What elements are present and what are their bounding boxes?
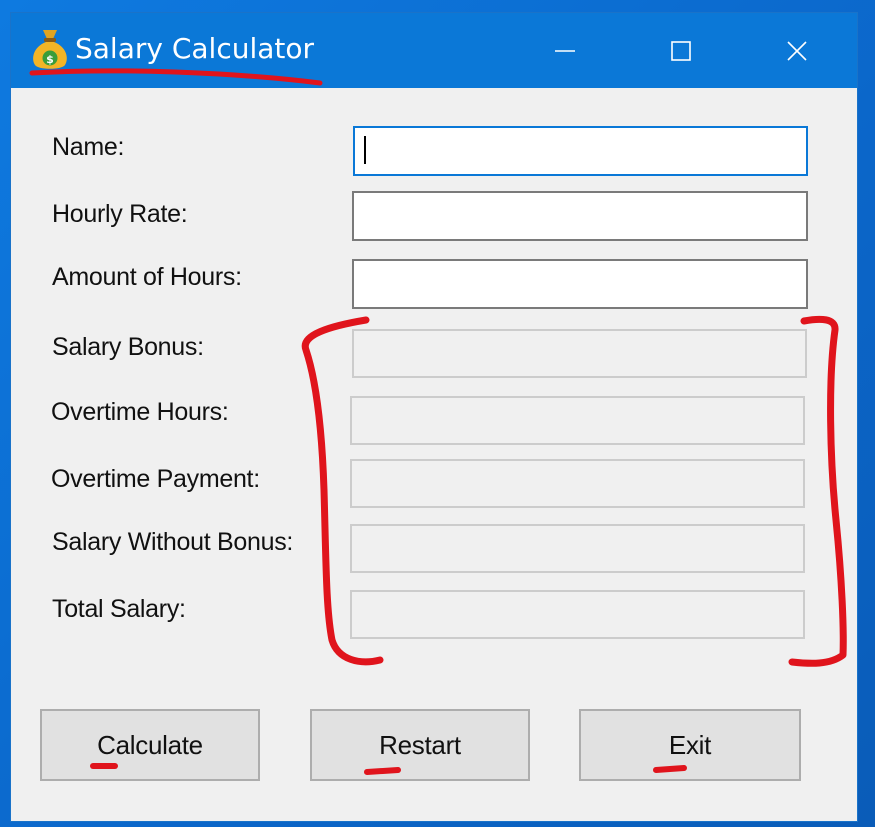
salary-without-bonus-value[interactable] bbox=[352, 526, 803, 571]
total-salary-output[interactable] bbox=[350, 590, 805, 639]
title-bar[interactable]: $ Salary Calculator bbox=[11, 13, 857, 88]
window-title: Salary Calculator bbox=[75, 32, 315, 65]
overtime-payment-output[interactable] bbox=[350, 459, 805, 508]
calculate-button[interactable]: Calculate bbox=[40, 709, 260, 781]
amount-of-hours-label: Amount of Hours: bbox=[52, 263, 242, 291]
exit-label: xit bbox=[685, 729, 712, 760]
overtime-payment-label: Overtime Payment: bbox=[51, 465, 260, 493]
restart-mnemonic: R bbox=[379, 729, 398, 760]
minimize-button[interactable] bbox=[535, 13, 595, 88]
salary-bonus-value[interactable] bbox=[354, 331, 805, 376]
close-icon bbox=[787, 40, 807, 61]
maximize-icon bbox=[671, 40, 691, 61]
total-salary-label: Total Salary: bbox=[52, 595, 186, 623]
overtime-payment-value[interactable] bbox=[352, 461, 803, 506]
close-button[interactable] bbox=[767, 13, 827, 88]
exit-mnemonic: E bbox=[668, 729, 686, 760]
calculate-mnemonic: C bbox=[97, 729, 116, 760]
name-label: Name: bbox=[52, 133, 125, 161]
maximize-button[interactable] bbox=[651, 13, 711, 88]
name-input[interactable] bbox=[355, 128, 806, 174]
salary-bonus-label: Salary Bonus: bbox=[52, 333, 204, 361]
calculate-label: alculate bbox=[115, 729, 204, 760]
minimize-icon bbox=[555, 49, 575, 52]
hourly-rate-field[interactable] bbox=[352, 191, 808, 241]
overtime-hours-value[interactable] bbox=[352, 398, 803, 443]
restart-label: estart bbox=[397, 729, 462, 760]
amount-of-hours-input[interactable] bbox=[354, 261, 806, 307]
app-window: $ Salary Calculator Name: Hourly Rate: A… bbox=[11, 13, 857, 821]
text-caret bbox=[364, 136, 366, 164]
overtime-hours-output[interactable] bbox=[350, 396, 805, 445]
money-bag-icon: $ bbox=[29, 27, 71, 71]
restart-button[interactable]: Restart bbox=[310, 709, 530, 781]
exit-button[interactable]: Exit bbox=[579, 709, 801, 781]
svg-text:$: $ bbox=[46, 53, 54, 66]
amount-of-hours-field[interactable] bbox=[352, 259, 808, 309]
overtime-hours-label: Overtime Hours: bbox=[51, 398, 229, 426]
name-field[interactable] bbox=[353, 126, 808, 176]
salary-without-bonus-output[interactable] bbox=[350, 524, 805, 573]
salary-bonus-output[interactable] bbox=[352, 329, 807, 378]
salary-without-bonus-label: Salary Without Bonus: bbox=[52, 528, 294, 556]
total-salary-value[interactable] bbox=[352, 592, 803, 637]
hourly-rate-label: Hourly Rate: bbox=[52, 200, 188, 228]
hourly-rate-input[interactable] bbox=[354, 193, 806, 239]
